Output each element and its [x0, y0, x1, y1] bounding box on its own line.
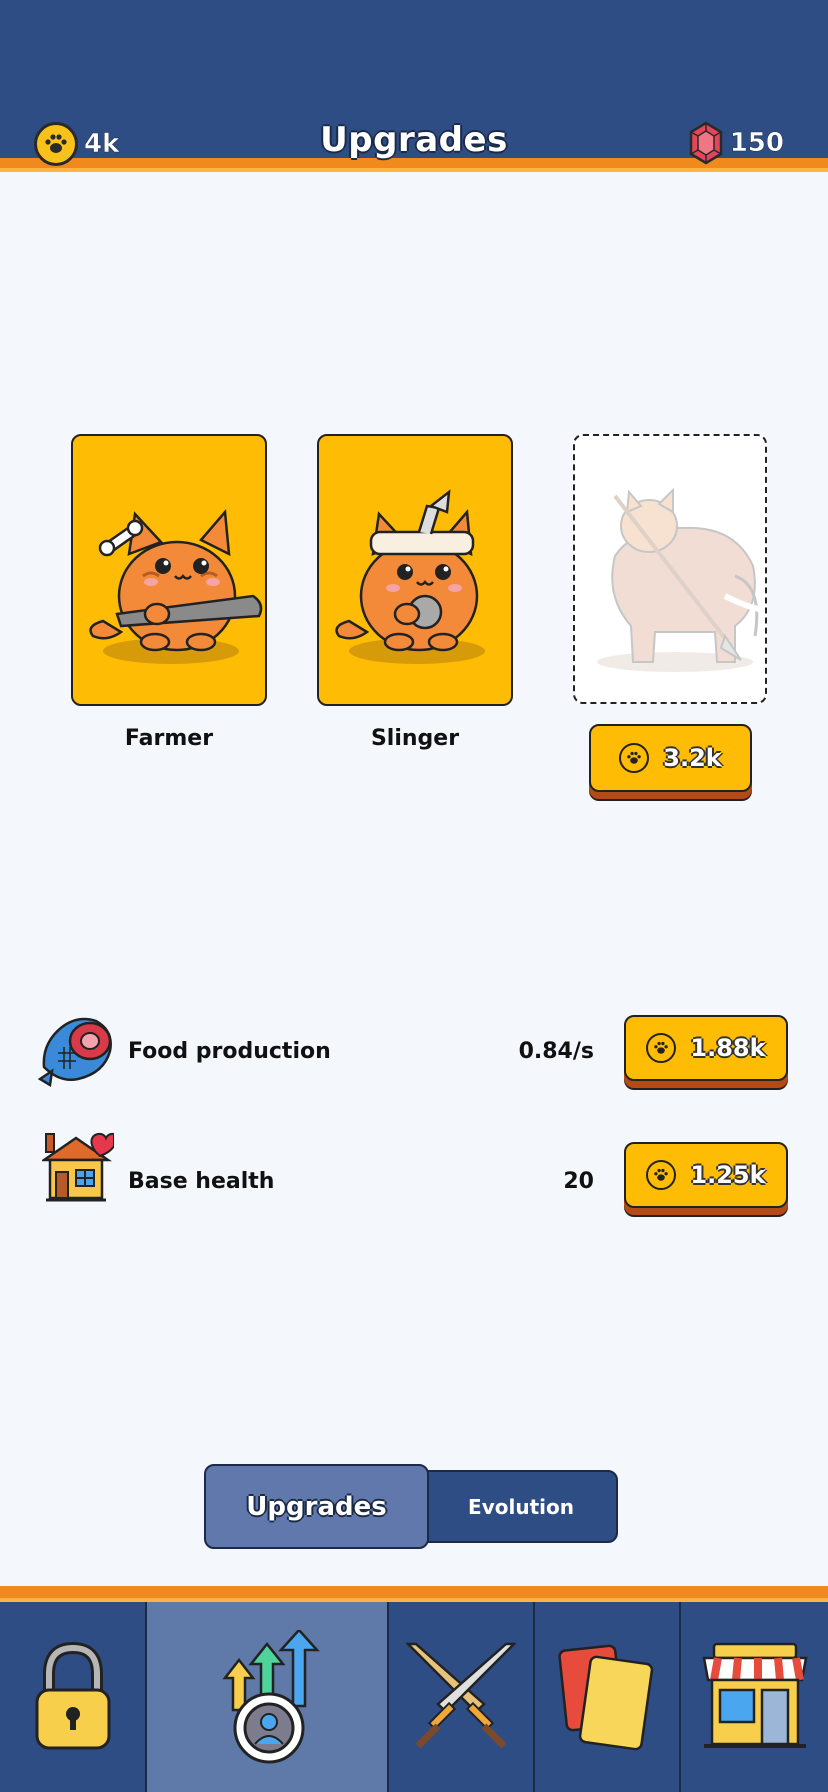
meat-fish-icon [38, 1017, 112, 1087]
stat-label-base-health: Base health [128, 1169, 275, 1194]
paw-coin-icon [646, 1033, 677, 1063]
upgrade-base-health-button[interactable]: 1.25k [624, 1142, 788, 1208]
nav-shop[interactable] [681, 1602, 828, 1792]
stat-label-food-production: Food production [128, 1039, 331, 1064]
nav-locked[interactable] [0, 1602, 147, 1792]
tab-upgrades[interactable]: Upgrades [204, 1464, 429, 1549]
red-gem-icon [689, 121, 722, 165]
lock-icon [35, 1642, 110, 1750]
cat-riding-mammoth-locked-icon [597, 487, 765, 672]
crossed-swords-icon [406, 1642, 516, 1749]
unit-label-farmer: Farmer [124, 726, 214, 751]
shop-icon [702, 1642, 807, 1748]
base-health-price: 1.25k [690, 1161, 766, 1189]
top-header: 4k Upgrades 150 [0, 0, 828, 172]
gem-balance: 150 [688, 121, 784, 165]
upgrade-food-production-button[interactable]: 1.88k [624, 1015, 788, 1081]
house-heart-icon [42, 1132, 114, 1202]
nav-upgrades[interactable] [147, 1602, 389, 1792]
tab-evolution[interactable]: Evolution [424, 1470, 618, 1543]
unlock-unit-button[interactable]: 3.2k [589, 724, 752, 792]
unit-card-locked[interactable] [573, 434, 767, 704]
stat-value-food-production: 0.84/s [518, 1039, 594, 1064]
paw-coin-icon [646, 1160, 677, 1190]
cards-icon [558, 1644, 654, 1751]
stat-value-base-health: 20 [563, 1169, 594, 1194]
unit-card-farmer[interactable] [71, 434, 267, 706]
unit-label-slinger: Slinger [370, 726, 460, 751]
unlock-price: 3.2k [663, 744, 722, 772]
food-production-price: 1.88k [690, 1034, 766, 1062]
paw-coin-icon [619, 743, 650, 773]
bottom-navigation [0, 1586, 828, 1792]
gem-balance-value: 150 [729, 128, 784, 159]
nav-cards[interactable] [535, 1602, 681, 1792]
cat-slinger-with-stone-icon [335, 489, 485, 664]
upgrade-arrows-icon [222, 1630, 320, 1764]
unit-card-slinger[interactable] [317, 434, 513, 706]
cat-farmer-with-club-icon [89, 508, 263, 664]
nav-battle[interactable] [389, 1602, 535, 1792]
